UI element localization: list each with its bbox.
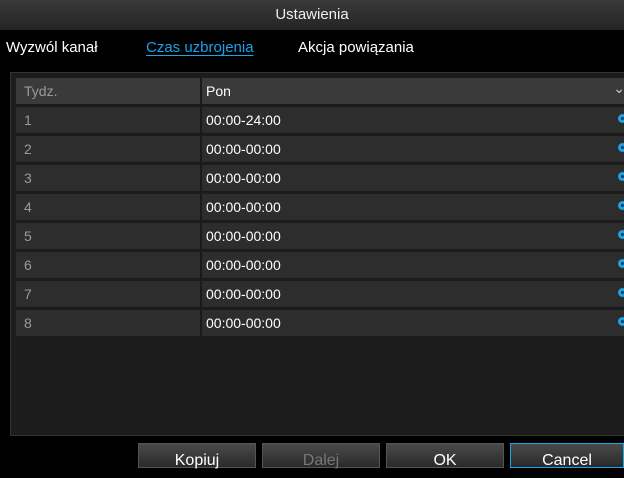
weekday-select-value[interactable]: Pon	[206, 83, 231, 99]
tab-trigger-channel[interactable]: Wyzwól kanał	[6, 39, 98, 56]
period-time-field[interactable]: 00:00-00:00	[206, 315, 281, 331]
period-index: 7	[24, 286, 32, 302]
copy-button[interactable]: Kopiuj	[138, 443, 256, 469]
period-index: 5	[24, 228, 32, 244]
window-title: Ustawienia	[0, 0, 624, 30]
next-button[interactable]: Dalej	[262, 443, 380, 469]
button-bar: Kopiuj Dalej OK Cancel	[0, 440, 624, 469]
period-time-field[interactable]: 00:00-00:00	[206, 170, 281, 186]
column-divider	[200, 107, 202, 133]
period-index: 1	[24, 112, 32, 128]
schedule-row: 7 00:00-00:00	[16, 281, 624, 308]
weekday-select-row[interactable]: Tydz. Pon ⌄	[16, 78, 624, 105]
column-divider	[200, 310, 202, 336]
period-time-field[interactable]: 00:00-00:00	[206, 228, 281, 244]
weekday-label: Tydz.	[24, 83, 58, 99]
schedule-row: 4 00:00-00:00	[16, 194, 624, 221]
period-index: 4	[24, 199, 32, 215]
clock-icon[interactable]	[618, 259, 624, 268]
tab-bar: Wyzwól kanał Czas uzbrojenia Akcja powią…	[0, 30, 624, 64]
period-index: 6	[24, 257, 32, 273]
schedule-row: 1 00:00-24:00	[16, 107, 624, 134]
period-time-field[interactable]: 00:00-24:00	[206, 112, 281, 128]
clock-icon[interactable]	[618, 201, 624, 210]
ok-button[interactable]: OK	[386, 443, 504, 469]
period-index: 3	[24, 170, 32, 186]
column-divider	[200, 165, 202, 191]
schedule-row: 2 00:00-00:00	[16, 136, 624, 163]
column-divider	[200, 194, 202, 220]
column-divider	[200, 78, 202, 104]
column-divider	[200, 136, 202, 162]
clock-icon[interactable]	[618, 143, 624, 152]
clock-icon[interactable]	[618, 172, 624, 181]
tab-arming-schedule[interactable]: Czas uzbrojenia	[146, 39, 254, 56]
column-divider	[200, 252, 202, 278]
period-index: 2	[24, 141, 32, 157]
clock-icon[interactable]	[618, 288, 624, 297]
schedule-panel: Tydz. Pon ⌄ 1 00:00-24:00 2 00:00-00:00 …	[10, 72, 624, 436]
clock-icon[interactable]	[618, 317, 624, 326]
schedule-row: 3 00:00-00:00	[16, 165, 624, 192]
tab-linkage-action[interactable]: Akcja powiązania	[298, 39, 414, 56]
period-index: 8	[24, 315, 32, 331]
schedule-row: 8 00:00-00:00	[16, 310, 624, 337]
cancel-button[interactable]: Cancel	[510, 443, 624, 469]
period-time-field[interactable]: 00:00-00:00	[206, 286, 281, 302]
schedule-row: 6 00:00-00:00	[16, 252, 624, 279]
column-divider	[200, 223, 202, 249]
period-time-field[interactable]: 00:00-00:00	[206, 199, 281, 215]
chevron-down-icon[interactable]: ⌄	[613, 80, 624, 97]
schedule-row: 5 00:00-00:00	[16, 223, 624, 250]
period-time-field[interactable]: 00:00-00:00	[206, 141, 281, 157]
clock-icon[interactable]	[618, 230, 624, 239]
clock-icon[interactable]	[618, 114, 624, 123]
period-time-field[interactable]: 00:00-00:00	[206, 257, 281, 273]
column-divider	[200, 281, 202, 307]
